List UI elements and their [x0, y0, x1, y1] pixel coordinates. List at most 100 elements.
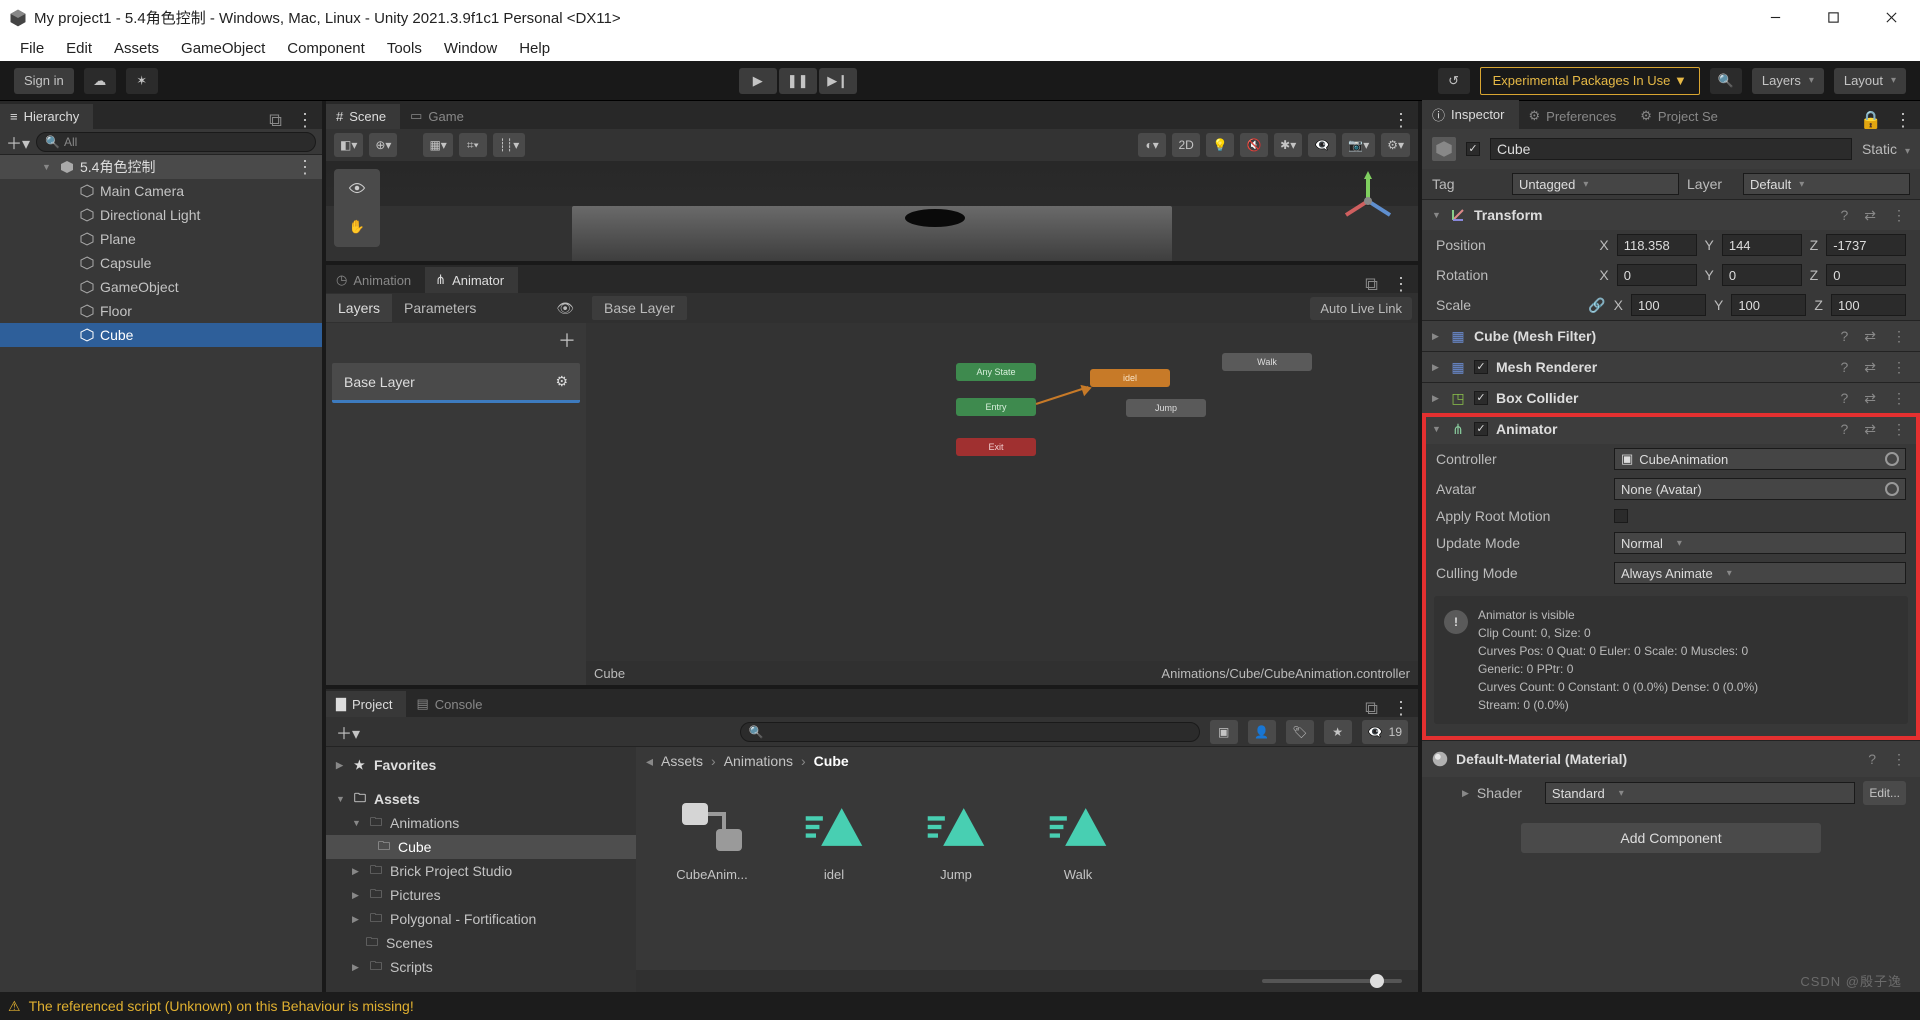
hidden-toggle[interactable]: 👁‍🗨19	[1362, 720, 1408, 744]
project-thumbsize-slider[interactable]	[636, 970, 1418, 992]
layer-dropdown[interactable]: Default	[1743, 173, 1910, 195]
tab-console[interactable]: ▤Console	[406, 691, 496, 717]
tab-scene[interactable]: #Scene	[326, 104, 400, 129]
menu-component[interactable]: Component	[277, 38, 375, 59]
hierarchy-popout-icon[interactable]: ⧉	[263, 111, 288, 129]
hierarchy-item[interactable]: Capsule	[0, 251, 322, 275]
search-icon[interactable]: 🔍	[1710, 68, 1742, 94]
tab-inspector[interactable]: ⓘInspector	[1422, 100, 1519, 129]
help-icon[interactable]: ?	[1836, 390, 1852, 406]
preset-icon[interactable]: ⇄	[1860, 328, 1880, 345]
scene-row[interactable]: ▼5.4角色控制⋮	[0, 155, 322, 179]
project-menu-icon[interactable]: ⋮	[1384, 699, 1418, 717]
menu-assets[interactable]: Assets	[104, 38, 169, 59]
state-entry[interactable]: Entry	[956, 398, 1036, 416]
component-enable-checkbox[interactable]	[1474, 391, 1488, 405]
static-dropdown[interactable]: Static	[1862, 141, 1910, 157]
tag-dropdown[interactable]: Untagged	[1512, 173, 1679, 195]
hierarchy-item[interactable]: GameObject	[0, 275, 322, 299]
hierarchy-item-selected[interactable]: Cube	[0, 323, 322, 347]
component-header-animator[interactable]: ▼⋔Animator?⇄⋮	[1422, 414, 1920, 444]
folder-row[interactable]: ▶🗀Pictures	[326, 883, 636, 907]
rot-x-field[interactable]: 0	[1617, 264, 1697, 286]
preset-icon[interactable]: ⇄	[1860, 359, 1880, 376]
component-enable-checkbox[interactable]	[1474, 422, 1488, 436]
folder-row[interactable]: 🗀Scenes	[326, 931, 636, 955]
edit-shader-button[interactable]: Edit...	[1863, 781, 1906, 805]
orientation-gizmo[interactable]	[1338, 171, 1398, 231]
increment-button[interactable]: ┊┊▾	[493, 133, 525, 157]
component-menu-icon[interactable]: ⋮	[1888, 752, 1910, 766]
controller-field[interactable]: ▣CubeAnimation	[1614, 448, 1906, 470]
scl-x-field[interactable]: 100	[1631, 294, 1706, 316]
undo-history-icon[interactable]: ↺	[1438, 68, 1470, 94]
component-menu-icon[interactable]: ⋮	[1888, 329, 1910, 343]
tab-hierarchy[interactable]: ≡Hierarchy	[0, 104, 93, 129]
apply-root-checkbox[interactable]	[1614, 509, 1628, 523]
component-header-meshfilter[interactable]: ▶▦Cube (Mesh Filter)?⇄⋮	[1422, 321, 1920, 351]
grid-button[interactable]: ▦▾	[423, 133, 452, 157]
lock-icon[interactable]: 🔒	[1856, 111, 1886, 129]
hierarchy-search[interactable]: 🔍All	[36, 132, 316, 152]
preset-icon[interactable]: ⇄	[1860, 421, 1880, 438]
tab-preferences[interactable]: ⚙Preferences	[1519, 103, 1631, 129]
help-icon[interactable]: ?	[1864, 751, 1880, 767]
menu-window[interactable]: Window	[434, 38, 507, 59]
pos-y-field[interactable]: 144	[1722, 234, 1802, 256]
cloud-icon[interactable]: ☁	[84, 68, 116, 94]
folder-row[interactable]: ▼🗀Animations	[326, 811, 636, 835]
gameobject-name-field[interactable]	[1490, 138, 1852, 160]
pos-x-field[interactable]: 118.358	[1617, 234, 1697, 256]
breadcrumb-item[interactable]: Cube	[814, 753, 849, 769]
status-message[interactable]: The referenced script (Unknown) on this …	[29, 998, 414, 1014]
component-menu-icon[interactable]: ⋮	[1888, 208, 1910, 222]
breadcrumb-item[interactable]: Assets	[661, 753, 703, 769]
step-button[interactable]: ▶❙	[819, 68, 857, 94]
rot-z-field[interactable]: 0	[1826, 264, 1906, 286]
state-walk[interactable]: Walk	[1222, 353, 1312, 371]
snap-button[interactable]: ⌗▾	[459, 133, 487, 157]
material-header[interactable]: Default-Material (Material) ? ⋮	[1422, 741, 1920, 777]
scl-z-field[interactable]: 100	[1831, 294, 1906, 316]
pos-z-field[interactable]: -1737	[1826, 234, 1906, 256]
asset-item[interactable]: idel	[788, 795, 880, 882]
state-idel[interactable]: idel	[1090, 369, 1170, 387]
2d-toggle[interactable]: 2D	[1172, 133, 1200, 157]
active-checkbox[interactable]	[1466, 142, 1480, 156]
tab-animation[interactable]: ◷Animation	[326, 267, 425, 293]
menu-tools[interactable]: Tools	[377, 38, 432, 59]
hierarchy-menu-icon[interactable]: ⋮	[288, 111, 322, 129]
breadcrumb-item[interactable]: Animations	[724, 753, 793, 769]
tab-project-settings[interactable]: ⚙Project Se	[1630, 103, 1732, 129]
add-component-button[interactable]: Add Component	[1521, 823, 1821, 853]
camera-toggle[interactable]: 📷▾	[1342, 133, 1375, 157]
minimize-button[interactable]	[1746, 0, 1804, 35]
help-icon[interactable]: ?	[1836, 421, 1852, 437]
hierarchy-item[interactable]: Directional Light	[0, 203, 322, 227]
project-search[interactable]: 🔍	[740, 722, 1200, 742]
maximize-button[interactable]	[1804, 0, 1862, 35]
help-icon[interactable]: ?	[1836, 207, 1852, 223]
assets-root[interactable]: ▼🗀Assets	[326, 787, 636, 811]
favorite-search-icon[interactable]: 🏷	[1286, 720, 1314, 744]
asset-item[interactable]: Jump	[910, 795, 1002, 882]
shader-dropdown[interactable]: Standard	[1545, 782, 1855, 804]
draw-mode-button[interactable]: ◐▾	[1138, 133, 1166, 157]
object-picker-icon[interactable]	[1885, 482, 1899, 496]
signin-button[interactable]: Sign in	[14, 68, 74, 94]
scene-menu-icon[interactable]: ⋮	[296, 158, 322, 176]
update-mode-dropdown[interactable]: Normal	[1614, 532, 1906, 554]
component-header-boxcollider[interactable]: ▶◳Box Collider?⇄⋮	[1422, 383, 1920, 413]
project-popout-icon[interactable]: ⧉	[1359, 699, 1384, 717]
component-menu-icon[interactable]: ⋮	[1888, 360, 1910, 374]
state-anystate[interactable]: Any State	[956, 363, 1036, 381]
animator-popout-icon[interactable]: ⧉	[1359, 275, 1384, 293]
animator-parameters-tab[interactable]: Parameters	[392, 294, 488, 322]
pause-button[interactable]: ❚❚	[779, 68, 817, 94]
menu-file[interactable]: File	[10, 38, 54, 59]
perspective-dropdown[interactable]: ⊕▾	[369, 133, 397, 157]
help-icon[interactable]: ?	[1836, 359, 1852, 375]
experimental-packages-badge[interactable]: Experimental Packages In Use ▼	[1480, 67, 1700, 95]
asset-item[interactable]: CubeAnim...	[666, 795, 758, 882]
menu-help[interactable]: Help	[509, 38, 560, 59]
